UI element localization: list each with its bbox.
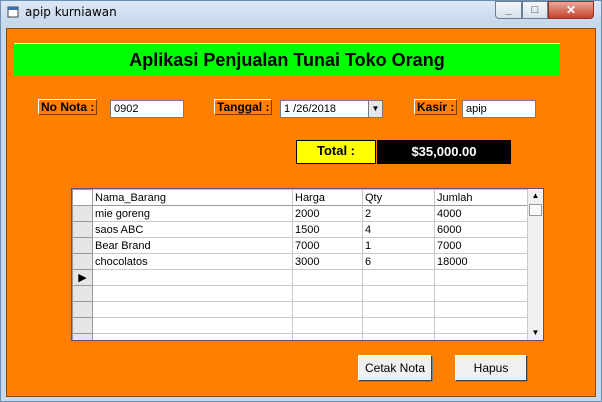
- table-cell[interactable]: 6: [362, 253, 435, 270]
- table-cell[interactable]: [434, 269, 529, 286]
- table-cell[interactable]: [362, 301, 435, 318]
- table-row[interactable]: [72, 333, 529, 340]
- column-header[interactable]: Nama_Barang: [92, 189, 293, 206]
- vertical-scrollbar[interactable]: ▲ ▼: [527, 189, 543, 340]
- minimize-button[interactable]: _: [495, 1, 522, 19]
- table-cell[interactable]: 1500: [292, 221, 363, 238]
- row-selector[interactable]: [72, 317, 93, 334]
- table-cell[interactable]: [292, 301, 363, 318]
- table-cell[interactable]: 18000: [434, 253, 529, 270]
- table-row[interactable]: Bear Brand 7000 1 7000: [72, 237, 529, 254]
- no-nota-field[interactable]: 0902: [110, 100, 184, 118]
- items-grid[interactable]: Nama_Barang Harga Qty Jumlah mie goreng …: [71, 188, 544, 341]
- table-cell[interactable]: Bear Brand: [92, 237, 293, 254]
- row-selector[interactable]: [72, 205, 93, 222]
- table-row-new[interactable]: ▶: [72, 269, 529, 286]
- row-selector[interactable]: [72, 285, 93, 302]
- table-cell[interactable]: [434, 285, 529, 302]
- close-button[interactable]: ✕: [548, 1, 594, 19]
- table-cell[interactable]: [292, 333, 363, 340]
- total-value: $35,000.00: [377, 140, 511, 164]
- table-cell[interactable]: [92, 269, 293, 286]
- table-row[interactable]: [72, 285, 529, 302]
- total-label: Total :: [296, 140, 376, 164]
- tanggal-label: Tanggal :: [214, 99, 273, 115]
- table-cell[interactable]: [434, 333, 529, 340]
- table-cell[interactable]: 4000: [434, 205, 529, 222]
- row-selector[interactable]: [72, 301, 93, 318]
- table-cell[interactable]: [434, 301, 529, 318]
- table-cell[interactable]: 3000: [292, 253, 363, 270]
- chevron-down-icon[interactable]: ▼: [368, 101, 382, 117]
- scroll-thumb[interactable]: [529, 204, 542, 216]
- app-banner: Aplikasi Penjualan Tunai Toko Orang: [14, 43, 560, 76]
- row-selector[interactable]: [72, 253, 93, 270]
- table-cell[interactable]: 2000: [292, 205, 363, 222]
- table-cell[interactable]: 1: [362, 237, 435, 254]
- current-row-arrow-icon: ▶: [72, 269, 93, 286]
- tanggal-value: 1 /26/2018: [284, 103, 336, 115]
- table-cell[interactable]: [92, 333, 293, 340]
- table-cell[interactable]: [92, 301, 293, 318]
- banner-title: Aplikasi Penjualan Tunai Toko Orang: [129, 50, 445, 70]
- row-selector[interactable]: [72, 221, 93, 238]
- table-cell[interactable]: chocolatos: [92, 253, 293, 270]
- table-cell[interactable]: [92, 317, 293, 334]
- table-row[interactable]: [72, 301, 529, 318]
- table-cell[interactable]: [362, 317, 435, 334]
- table-cell[interactable]: 7000: [292, 237, 363, 254]
- table-row[interactable]: saos ABC 1500 4 6000: [72, 221, 529, 238]
- window-title: apip kurniawan: [25, 5, 117, 19]
- header-selector-cell: [72, 189, 93, 206]
- delete-button[interactable]: Hapus: [455, 355, 527, 381]
- table-cell[interactable]: [92, 285, 293, 302]
- app-window: apip kurniawan _ □ ✕ Aplikasi Penjualan …: [0, 0, 602, 402]
- table-cell[interactable]: [292, 269, 363, 286]
- table-header-row: Nama_Barang Harga Qty Jumlah: [72, 189, 529, 206]
- print-receipt-button[interactable]: Cetak Nota: [358, 355, 432, 381]
- table-row[interactable]: [72, 317, 529, 334]
- table-cell[interactable]: 6000: [434, 221, 529, 238]
- table-cell[interactable]: 7000: [434, 237, 529, 254]
- table-cell[interactable]: [362, 333, 435, 340]
- tanggal-date-picker[interactable]: 1 /26/2018 ▼: [280, 100, 383, 118]
- no-nota-label: No Nota :: [38, 99, 98, 115]
- row-selector[interactable]: [72, 333, 93, 340]
- table-row[interactable]: mie goreng 2000 2 4000: [72, 205, 529, 222]
- column-header[interactable]: Harga: [292, 189, 363, 206]
- items-table: Nama_Barang Harga Qty Jumlah mie goreng …: [72, 189, 529, 340]
- table-cell[interactable]: 2: [362, 205, 435, 222]
- column-header[interactable]: Qty: [362, 189, 435, 206]
- table-cell[interactable]: 4: [362, 221, 435, 238]
- kasir-field[interactable]: apip: [462, 100, 536, 118]
- table-cell[interactable]: [292, 317, 363, 334]
- app-icon: [7, 6, 19, 18]
- maximize-button[interactable]: □: [522, 1, 548, 19]
- table-cell[interactable]: [292, 285, 363, 302]
- scroll-up-icon[interactable]: ▲: [528, 189, 543, 203]
- minimize-icon: _: [505, 4, 512, 16]
- table-cell[interactable]: saos ABC: [92, 221, 293, 238]
- table-cell[interactable]: mie goreng: [92, 205, 293, 222]
- table-cell[interactable]: [362, 269, 435, 286]
- table-cell[interactable]: [434, 317, 529, 334]
- title-bar[interactable]: apip kurniawan _ □ ✕: [1, 1, 601, 25]
- table-row[interactable]: chocolatos 3000 6 18000: [72, 253, 529, 270]
- close-icon: ✕: [565, 3, 577, 17]
- table-cell[interactable]: [362, 285, 435, 302]
- maximize-icon: □: [531, 4, 539, 16]
- column-header[interactable]: Jumlah: [434, 189, 529, 206]
- kasir-label: Kasir :: [414, 99, 458, 115]
- scroll-down-icon[interactable]: ▼: [528, 326, 543, 340]
- row-selector[interactable]: [72, 237, 93, 254]
